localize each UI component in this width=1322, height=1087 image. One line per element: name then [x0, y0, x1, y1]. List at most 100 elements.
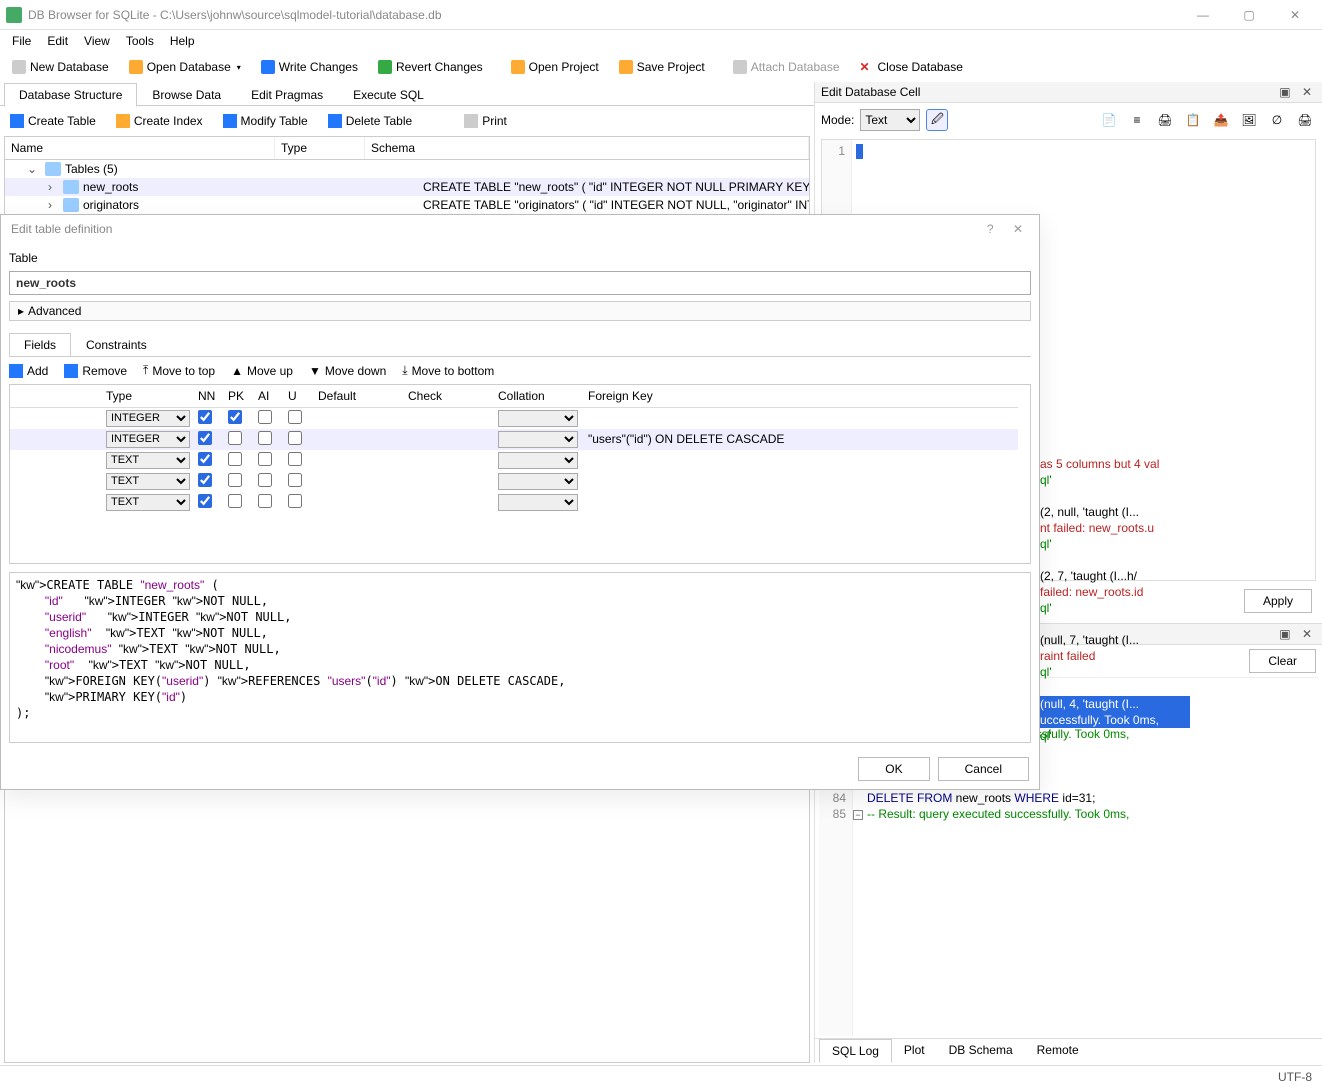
cell-pane-undock-icon[interactable]: ▣ [1275, 85, 1294, 99]
open-database-button[interactable]: Open Database▾ [121, 57, 249, 77]
fields-grid[interactable]: Type NN PK AI U Default Check Collation … [9, 384, 1031, 564]
collation-select[interactable] [498, 431, 578, 448]
attach-database-button[interactable]: Attach Database [725, 57, 848, 77]
collation-select[interactable] [498, 473, 578, 490]
tab-sql-log[interactable]: SQL Log [819, 1039, 892, 1063]
tab-constraints[interactable]: Constraints [71, 333, 162, 357]
field-type-select[interactable]: TEXT [106, 473, 190, 490]
print-button[interactable]: Print [460, 112, 511, 130]
advanced-toggle[interactable]: ▸Advanced [9, 301, 1031, 321]
create-index-button[interactable]: Create Index [112, 112, 207, 130]
new-database-button[interactable]: New Database [4, 57, 117, 77]
nn-checkbox[interactable] [198, 431, 212, 445]
maximize-button[interactable]: ▢ [1226, 0, 1272, 30]
tree-row-new_roots[interactable]: › new_roots CREATE TABLE "new_roots" ( "… [5, 178, 809, 196]
header-pk[interactable]: PK [224, 385, 254, 407]
pk-checkbox[interactable] [228, 473, 242, 487]
ai-checkbox[interactable] [258, 431, 272, 445]
cell-mode-select[interactable]: Text [860, 109, 920, 131]
move-bottom-button[interactable]: ⤓Move to bottom [402, 363, 494, 378]
move-top-button[interactable]: ⤒Move to top [143, 363, 215, 378]
ai-checkbox[interactable] [258, 473, 272, 487]
minimize-button[interactable]: — [1180, 0, 1226, 30]
tree-header-type[interactable]: Type [275, 137, 365, 159]
ok-button[interactable]: OK [858, 757, 929, 781]
menu-tools[interactable]: Tools [118, 31, 162, 51]
menu-file[interactable]: File [4, 31, 39, 51]
tree-header-schema[interactable]: Schema [365, 137, 809, 159]
header-collation[interactable]: Collation [494, 385, 584, 407]
collation-select[interactable] [498, 410, 578, 427]
cell-export-icon[interactable]: 📤 [1210, 109, 1232, 131]
table-name-field[interactable] [9, 271, 1031, 295]
field-type-select[interactable]: INTEGER [106, 410, 190, 427]
ai-checkbox[interactable] [258, 452, 272, 466]
nn-checkbox[interactable] [198, 452, 212, 466]
collation-select[interactable] [498, 452, 578, 469]
move-down-button[interactable]: ▼Move down [309, 364, 386, 378]
tab-remote[interactable]: Remote [1025, 1039, 1091, 1063]
header-fk[interactable]: Foreign Key [584, 385, 1018, 407]
tree-twisty-open-icon[interactable]: ⌄ [19, 162, 45, 176]
u-checkbox[interactable] [288, 410, 302, 424]
tree-twisty-closed-icon[interactable]: › [37, 198, 63, 212]
cell-print2-icon[interactable]: 🖨 [1294, 109, 1316, 131]
u-checkbox[interactable] [288, 431, 302, 445]
header-default[interactable]: Default [314, 385, 404, 407]
apply-button[interactable]: Apply [1244, 589, 1312, 613]
field-row[interactable]: INTEGER"users"("id") ON DELETE CASCADE [10, 429, 1018, 450]
u-checkbox[interactable] [288, 452, 302, 466]
tab-db-schema[interactable]: DB Schema [937, 1039, 1025, 1063]
cell-copy-icon[interactable]: 📋 [1182, 109, 1204, 131]
u-checkbox[interactable] [288, 494, 302, 508]
modify-table-button[interactable]: Modify Table [219, 112, 312, 130]
menu-help[interactable]: Help [162, 31, 203, 51]
pk-checkbox[interactable] [228, 410, 242, 424]
dialog-close-icon[interactable]: ✕ [1007, 222, 1029, 236]
tab-browse-data[interactable]: Browse Data [137, 83, 236, 107]
header-u[interactable]: U [284, 385, 314, 407]
tab-fields[interactable]: Fields [9, 333, 71, 357]
nn-checkbox[interactable] [198, 410, 212, 424]
u-checkbox[interactable] [288, 473, 302, 487]
header-ai[interactable]: AI [254, 385, 284, 407]
open-db-dropdown-icon[interactable]: ▾ [237, 63, 241, 72]
header-type[interactable]: Type [102, 385, 194, 407]
revert-changes-button[interactable]: Revert Changes [370, 57, 491, 77]
log-pane-close-icon[interactable]: ✕ [1298, 627, 1316, 641]
field-type-select[interactable]: TEXT [106, 452, 190, 469]
pk-checkbox[interactable] [228, 431, 242, 445]
cell-print-icon[interactable]: 🖨 [1154, 109, 1176, 131]
header-name[interactable] [10, 385, 102, 407]
cancel-button[interactable]: Cancel [938, 757, 1029, 781]
save-project-button[interactable]: Save Project [611, 57, 713, 77]
sql-preview[interactable]: "kw">CREATE TABLE "new_roots" ( "id" "kw… [9, 572, 1031, 743]
remove-field-button[interactable]: Remove [64, 364, 127, 378]
write-changes-button[interactable]: Write Changes [253, 57, 366, 77]
close-database-button[interactable]: ✕Close Database [852, 57, 971, 77]
header-check[interactable]: Check [404, 385, 494, 407]
tree-root-tables[interactable]: ⌄ Tables (5) [5, 160, 809, 178]
dialog-help-icon[interactable]: ? [977, 222, 1004, 236]
nn-checkbox[interactable] [198, 494, 212, 508]
cell-image-icon[interactable]: 🖼 [1238, 109, 1260, 131]
ai-checkbox[interactable] [258, 410, 272, 424]
cell-pane-close-icon[interactable]: ✕ [1298, 85, 1316, 99]
log-pane-undock-icon[interactable]: ▣ [1275, 627, 1294, 641]
pk-checkbox[interactable] [228, 452, 242, 466]
add-field-button[interactable]: Add [9, 364, 48, 378]
move-up-button[interactable]: ▲Move up [231, 364, 293, 378]
field-type-select[interactable]: TEXT [106, 494, 190, 511]
close-button[interactable]: ✕ [1272, 0, 1318, 30]
collation-select[interactable] [498, 494, 578, 511]
field-type-select[interactable]: INTEGER [106, 431, 190, 448]
clear-log-button[interactable]: Clear [1249, 649, 1316, 673]
ai-checkbox[interactable] [258, 494, 272, 508]
field-row[interactable]: TEXT [10, 450, 1018, 471]
tab-database-structure[interactable]: Database Structure [4, 83, 137, 107]
pk-checkbox[interactable] [228, 494, 242, 508]
cell-null-icon[interactable]: ∅ [1266, 109, 1288, 131]
menu-view[interactable]: View [76, 31, 118, 51]
menu-edit[interactable]: Edit [39, 31, 76, 51]
tree-header-name[interactable]: Name [5, 137, 275, 159]
